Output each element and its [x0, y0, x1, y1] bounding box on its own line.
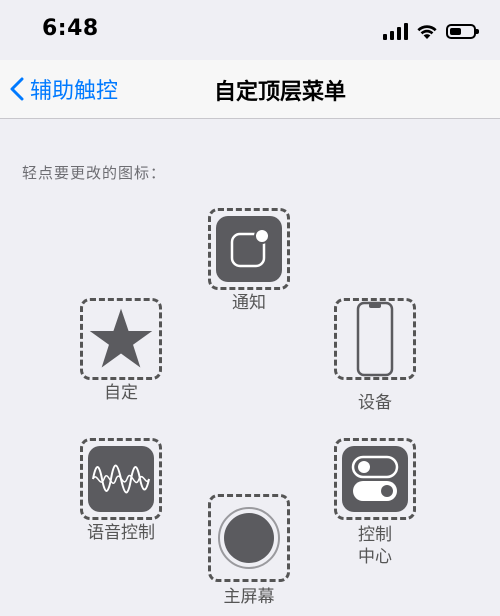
menu-item-label: 语音控制: [87, 523, 155, 543]
cellular-signal-icon: [383, 22, 408, 40]
icon-slot[interactable]: [208, 208, 290, 290]
menu-item-label-line2: 中心: [358, 547, 392, 567]
menu-item-label: 主屏幕: [223, 587, 275, 607]
menu-item-home[interactable]: 主屏幕: [208, 494, 290, 608]
icon-slot[interactable]: [80, 438, 162, 520]
icon-slot[interactable]: [334, 438, 416, 520]
menu-item-label: 通知: [232, 293, 266, 313]
menu-item-notifications[interactable]: 通知: [208, 208, 290, 314]
menu-item-device[interactable]: 设备: [334, 298, 416, 414]
phone-icon: [342, 301, 408, 377]
icon-slot[interactable]: [208, 494, 290, 582]
menu-item-label: 自定: [104, 383, 138, 403]
notification-icon: [216, 216, 282, 282]
chevron-left-icon: [10, 77, 24, 101]
menu-item-control-center[interactable]: 控制 中心: [334, 438, 416, 568]
menu-item-voice-control[interactable]: 语音控制: [80, 438, 162, 544]
status-time: 6:48: [42, 16, 99, 41]
icon-slot[interactable]: [80, 298, 162, 380]
star-icon: [88, 306, 154, 372]
instruction-text: 轻点要更改的图标：: [22, 164, 167, 182]
status-icons: [383, 20, 479, 42]
wifi-icon: [417, 24, 437, 39]
battery-icon: [446, 23, 479, 39]
menu-item-label: 控制 中心: [334, 524, 416, 568]
home-button-icon: [216, 505, 282, 571]
waveform-icon: [88, 446, 154, 512]
toggle-switches-icon: [342, 446, 408, 512]
menu-item-custom[interactable]: 自定: [80, 298, 162, 404]
page-title: 自定顶层菜单: [213, 80, 346, 105]
icon-slot[interactable]: [334, 298, 416, 380]
navigation-bar: 辅助触控 自定顶层菜单: [0, 60, 500, 119]
status-bar: 6:48: [0, 0, 500, 60]
menu-item-label: 设备: [358, 393, 392, 413]
menu-item-label-line1: 控制: [358, 525, 392, 545]
